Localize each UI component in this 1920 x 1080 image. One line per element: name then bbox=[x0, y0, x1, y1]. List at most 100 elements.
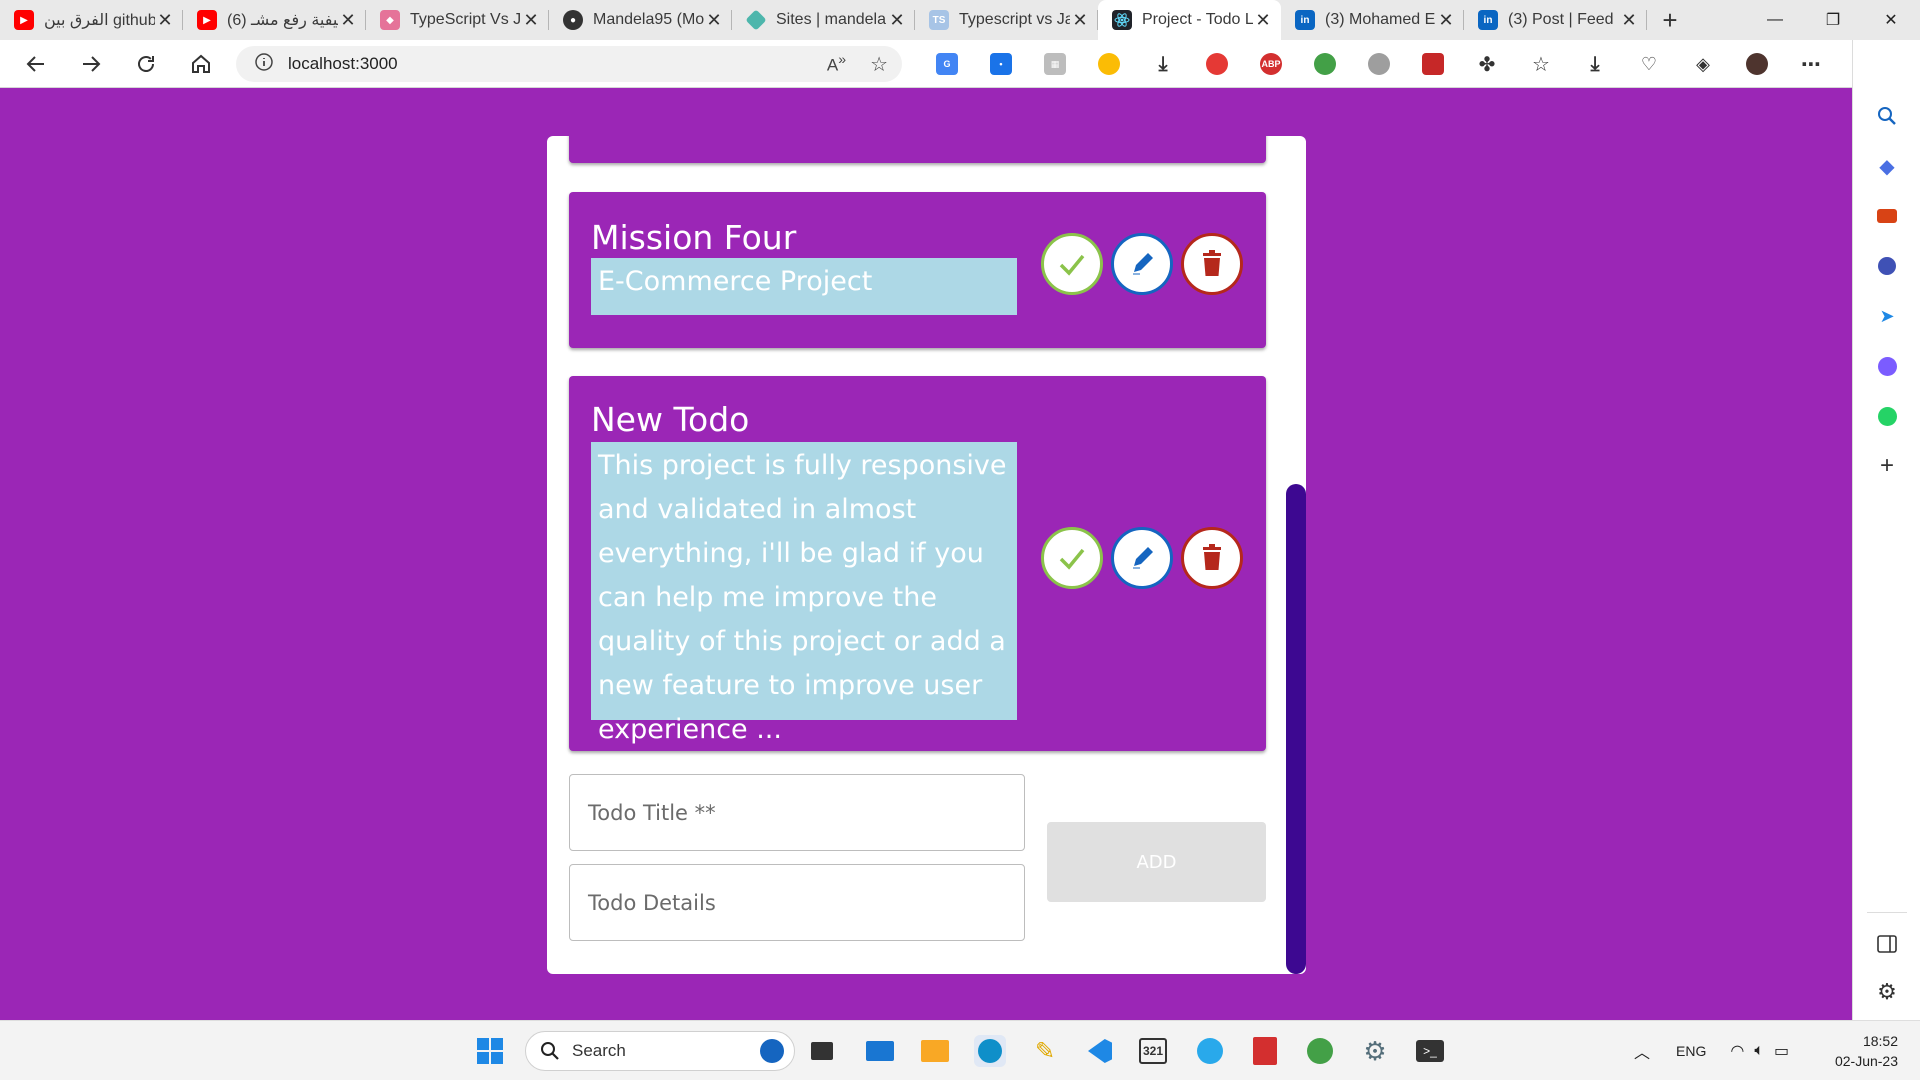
globe-app-icon[interactable] bbox=[1304, 1035, 1336, 1067]
edit-button[interactable] bbox=[1111, 233, 1173, 295]
new-tab-icon[interactable]: + bbox=[1647, 0, 1693, 40]
extension-icon[interactable] bbox=[1314, 53, 1336, 75]
adblock-icon[interactable]: ABP bbox=[1260, 53, 1282, 75]
browser-tab[interactable]: Sites | mandela ✕ bbox=[732, 0, 915, 40]
delete-button[interactable] bbox=[1181, 527, 1243, 589]
close-tab-icon[interactable]: ✕ bbox=[887, 10, 907, 31]
browser-tab[interactable]: in (3) Mohamed E ✕ bbox=[1281, 0, 1464, 40]
app-icon[interactable]: ✎ bbox=[1029, 1035, 1061, 1067]
mail-icon[interactable] bbox=[864, 1035, 896, 1067]
hide-sidebar-icon[interactable] bbox=[1875, 932, 1899, 956]
favorites-icon[interactable]: ☆ bbox=[1530, 53, 1552, 76]
vscode-icon[interactable] bbox=[1084, 1035, 1116, 1067]
search-icon[interactable] bbox=[1875, 104, 1899, 128]
edit-button[interactable] bbox=[1111, 527, 1173, 589]
taskbar: Search ✎ 321 ⚙ >_ ︿ ENG ◠ 🔈︎ ▭ 18:52 02-… bbox=[0, 1020, 1920, 1080]
add-sidebar-icon[interactable]: + bbox=[1875, 452, 1899, 479]
calendar-321-icon[interactable]: 321 bbox=[1139, 1038, 1167, 1064]
minimize-icon[interactable]: — bbox=[1746, 0, 1804, 40]
ts-icon: TS bbox=[929, 10, 949, 30]
pdf-reader-icon[interactable] bbox=[1249, 1035, 1281, 1067]
task-view-icon[interactable] bbox=[806, 1035, 838, 1067]
trash-icon bbox=[1203, 250, 1221, 276]
extension-icon[interactable]: • bbox=[990, 53, 1012, 75]
refresh-icon[interactable] bbox=[118, 40, 173, 88]
read-aloud-icon[interactable]: A» bbox=[827, 52, 846, 76]
file-explorer-icon[interactable] bbox=[919, 1035, 951, 1067]
system-tray: ︿ ENG ◠ 🔈︎ ▭ bbox=[1634, 1021, 1789, 1080]
todo-title-input[interactable]: Todo Title ** bbox=[569, 774, 1025, 851]
language-indicator[interactable]: ENG bbox=[1676, 1043, 1706, 1059]
volume-icon[interactable]: 🔈︎ bbox=[1754, 1042, 1764, 1060]
browser-tab[interactable]: ▶ الفرق بين github ✕ bbox=[0, 0, 183, 40]
home-icon[interactable] bbox=[173, 40, 228, 88]
info-icon[interactable] bbox=[254, 52, 274, 77]
settings-gear-icon[interactable]: ⚙ bbox=[1875, 979, 1899, 1004]
browser-tab-active[interactable]: Project - Todo L ✕ bbox=[1098, 0, 1281, 40]
browser-tab[interactable]: ● Mandela95 (Mo ✕ bbox=[549, 0, 732, 40]
clock[interactable]: 18:52 02-Jun-23 bbox=[1835, 1031, 1898, 1071]
browser-tab[interactable]: ▶ (6) كيفية رفع مشـ ✕ bbox=[183, 0, 366, 40]
restore-icon[interactable]: ❐ bbox=[1804, 0, 1862, 40]
send-icon[interactable]: ➤ bbox=[1875, 304, 1899, 328]
close-tab-icon[interactable]: ✕ bbox=[1436, 10, 1456, 31]
taskbar-search[interactable]: Search bbox=[525, 1031, 795, 1071]
downloads-icon[interactable]: ⤓ bbox=[1584, 53, 1606, 75]
tab-title: (6) كيفية رفع مشـ bbox=[227, 12, 338, 29]
extension-icon[interactable] bbox=[1206, 53, 1228, 75]
extension-icon[interactable] bbox=[1422, 53, 1444, 75]
close-tab-icon[interactable]: ✕ bbox=[521, 10, 541, 31]
extension-icon[interactable] bbox=[1098, 53, 1120, 75]
react-icon bbox=[1112, 10, 1132, 30]
back-icon[interactable] bbox=[8, 40, 63, 88]
globe-icon[interactable] bbox=[1368, 53, 1390, 75]
tools-icon[interactable] bbox=[1875, 204, 1899, 228]
close-tab-icon[interactable]: ✕ bbox=[704, 10, 724, 31]
chevron-up-icon[interactable]: ︿ bbox=[1634, 1039, 1650, 1063]
performance-icon[interactable]: ♡ bbox=[1638, 53, 1660, 75]
complete-button[interactable] bbox=[1041, 233, 1103, 295]
settings-gear-icon[interactable]: ⚙ bbox=[1359, 1035, 1391, 1067]
telegram-icon[interactable] bbox=[1194, 1035, 1226, 1067]
download-icon[interactable]: ⤓ bbox=[1152, 53, 1174, 75]
wifi-icon[interactable]: ◠ bbox=[1730, 1041, 1744, 1061]
complete-button[interactable] bbox=[1041, 527, 1103, 589]
close-tab-icon[interactable]: ✕ bbox=[1253, 10, 1273, 31]
more-menu-icon[interactable]: ⋯ bbox=[1800, 53, 1822, 76]
terminal-icon[interactable]: >_ bbox=[1414, 1035, 1446, 1067]
messenger-icon[interactable] bbox=[1875, 354, 1899, 378]
scrollbar-thumb[interactable] bbox=[1286, 484, 1306, 974]
tab-title: (3) Mohamed E bbox=[1325, 11, 1436, 28]
forward-icon[interactable] bbox=[63, 40, 118, 88]
extensions-icon[interactable]: ✤ bbox=[1476, 53, 1498, 76]
battery-icon[interactable]: ▭ bbox=[1774, 1041, 1789, 1061]
add-button[interactable]: ADD bbox=[1047, 822, 1266, 902]
whatsapp-icon[interactable] bbox=[1875, 404, 1899, 428]
close-tab-icon[interactable]: ✕ bbox=[1070, 10, 1090, 31]
windows-start-icon[interactable] bbox=[474, 1035, 506, 1067]
add-favorite-icon[interactable]: ☆ bbox=[870, 52, 888, 77]
tab-title: (3) Post | Feed | bbox=[1508, 11, 1619, 28]
edge-browser-icon[interactable] bbox=[974, 1035, 1006, 1067]
browser-tab[interactable]: ◆ TypeScript Vs Ja ✕ bbox=[366, 0, 549, 40]
todo-app-card: Mission Four E-Commerce Project New Todo… bbox=[547, 136, 1306, 974]
close-window-icon[interactable]: ✕ bbox=[1862, 0, 1920, 40]
shopping-tag-icon[interactable]: ◆ bbox=[1875, 154, 1899, 178]
browser-tab[interactable]: in (3) Post | Feed | ✕ bbox=[1464, 0, 1647, 40]
todo-item bbox=[569, 136, 1266, 163]
close-tab-icon[interactable]: ✕ bbox=[1619, 10, 1639, 31]
todo-item: Mission Four E-Commerce Project bbox=[569, 192, 1266, 348]
browser-essentials-icon[interactable]: ◈ bbox=[1692, 53, 1714, 75]
office-icon[interactable] bbox=[1875, 254, 1899, 278]
profile-avatar[interactable] bbox=[1746, 53, 1768, 75]
extension-icon[interactable]: ▦ bbox=[1044, 53, 1066, 75]
tab-title: الفرق بين github bbox=[44, 12, 155, 29]
delete-button[interactable] bbox=[1181, 233, 1243, 295]
browser-tab[interactable]: TS Typescript vs Ja ✕ bbox=[915, 0, 1098, 40]
todo-details-input[interactable]: Todo Details bbox=[569, 864, 1025, 941]
address-bar[interactable]: localhost:3000 A» ☆ bbox=[236, 46, 902, 82]
close-tab-icon[interactable]: ✕ bbox=[155, 10, 175, 31]
close-tab-icon[interactable]: ✕ bbox=[338, 10, 358, 31]
translate-extension-icon[interactable]: G bbox=[936, 53, 958, 75]
pencil-icon bbox=[1133, 253, 1153, 275]
